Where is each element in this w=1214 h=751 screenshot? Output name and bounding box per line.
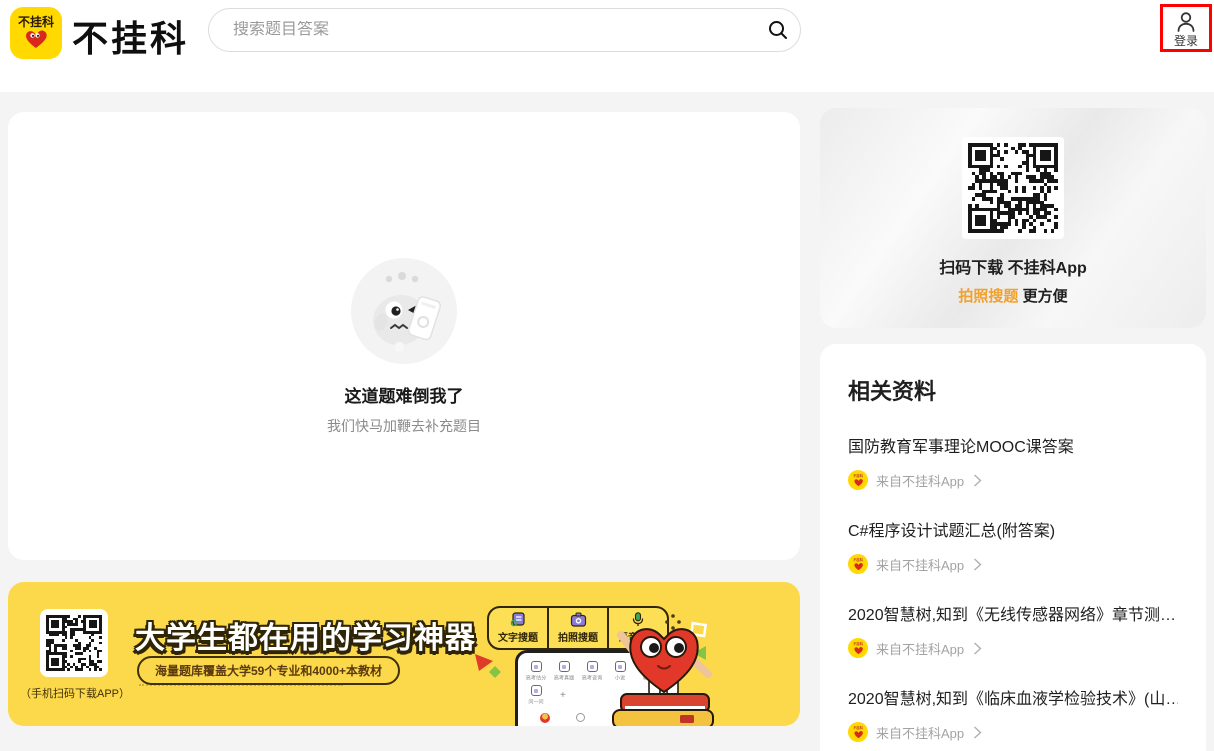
promo-banner: （手机扫码下载APP） 大学生都在用的学习神器 海量题库覆盖大学59个专业和40… [8, 582, 800, 726]
related-item[interactable]: 国防教育军事理论MOOC课答案 不挂科 来自不挂科App [848, 433, 1178, 490]
download-qr-card: 扫码下载 不挂科App 拍照搜题 更方便 [820, 108, 1206, 328]
banner-subtitle-pill: 海量题库覆盖大学59个专业和4000+本教材 [137, 656, 400, 685]
feature-text-search: 文字搜题 [489, 608, 547, 648]
phone-mockup: 高考估分 高考真题 高考咨询 小说 教材 问一问 + [515, 650, 667, 726]
chevron-right-icon [973, 642, 982, 655]
chevron-right-icon [973, 558, 982, 571]
sidebar-qr-box [962, 137, 1064, 239]
app-mini-logo-icon: 不挂科 [848, 722, 868, 742]
related-item[interactable]: 2020智慧树,知到《临床血液学检验技术》(山… 不挂科 来自不挂科App [848, 685, 1178, 742]
header: 不挂科 不挂科 登录 [0, 0, 1214, 92]
chevron-right-icon [973, 726, 982, 739]
qr-code [46, 615, 102, 671]
empty-state-card: 这道题难倒我了 我们快马加鞭去补充题目 [8, 112, 800, 560]
phone-logo-dot [540, 713, 550, 723]
main-content: 这道题难倒我了 我们快马加鞭去补充题目 （手机扫码下载APP） 大学生都在用的学… [0, 92, 1214, 751]
related-materials-title: 相关资料 [848, 374, 1178, 406]
chevron-right-icon [973, 474, 982, 487]
login-button[interactable]: 登录 [1160, 4, 1212, 52]
banner-dotted-line [139, 684, 343, 686]
phone-add-icon: + [560, 690, 566, 701]
right-column: 扫码下载 不挂科App 拍照搜题 更方便 相关资料 国防教育军事理论MOOC课答… [820, 108, 1206, 751]
search-bar [208, 8, 801, 52]
qr-card-highlight: 拍照搜题 [958, 288, 1018, 305]
empty-state-mascot-illustration [351, 258, 457, 364]
user-icon [1174, 10, 1198, 34]
heart-logo-icon [23, 28, 49, 50]
banner-qr-box [40, 609, 108, 677]
phone-clock-dot [576, 713, 585, 722]
search-icon[interactable] [756, 8, 800, 52]
app-mini-logo-icon: 不挂科 [848, 638, 868, 658]
qr-card-line1: 扫码下载 不挂科App [939, 254, 1087, 278]
qr-code [968, 143, 1058, 233]
banner-qr-caption: （手机扫码下载APP） [12, 685, 138, 701]
feature-photo-search: 拍照搜题 [547, 608, 607, 648]
search-input[interactable] [209, 21, 756, 39]
feature-voice-search: 语音搜题 [607, 608, 667, 648]
related-materials-card: 相关资料 国防教育军事理论MOOC课答案 不挂科 来自不挂科App C#程序设计… [820, 344, 1206, 751]
app-wordmark[interactable]: 不挂科 [72, 10, 189, 62]
voice-search-icon [632, 612, 644, 627]
related-item[interactable]: C#程序设计试题汇总(附答案) 不挂科 来自不挂科App [848, 517, 1178, 574]
app-mini-logo-icon: 不挂科 [848, 554, 868, 574]
left-column: 这道题难倒我了 我们快马加鞭去补充题目 （手机扫码下载APP） 大学生都在用的学… [8, 112, 800, 751]
text-search-icon [510, 612, 526, 627]
logo-badge-text: 不挂科 [18, 16, 54, 28]
camera-search-icon [570, 612, 587, 627]
phone-app-grid: 高考估分 高考真题 高考咨询 小说 教材 [526, 661, 661, 682]
empty-state-subtitle: 我们快马加鞭去补充题目 [327, 416, 481, 436]
banner-title: 大学生都在用的学习神器 [135, 613, 476, 657]
empty-state-title: 这道题难倒我了 [345, 382, 464, 407]
app-logo-icon[interactable]: 不挂科 [10, 7, 62, 59]
qr-card-line2: 拍照搜题 更方便 [958, 285, 1067, 306]
related-item[interactable]: 2020智慧树,知到《无线传感器网络》章节测… 不挂科 来自不挂科App [848, 601, 1178, 658]
login-label: 登录 [1174, 35, 1198, 47]
feature-bubble: 文字搜题 拍照搜题 语音搜题 [487, 606, 669, 650]
app-mini-logo-icon: 不挂科 [848, 470, 868, 490]
